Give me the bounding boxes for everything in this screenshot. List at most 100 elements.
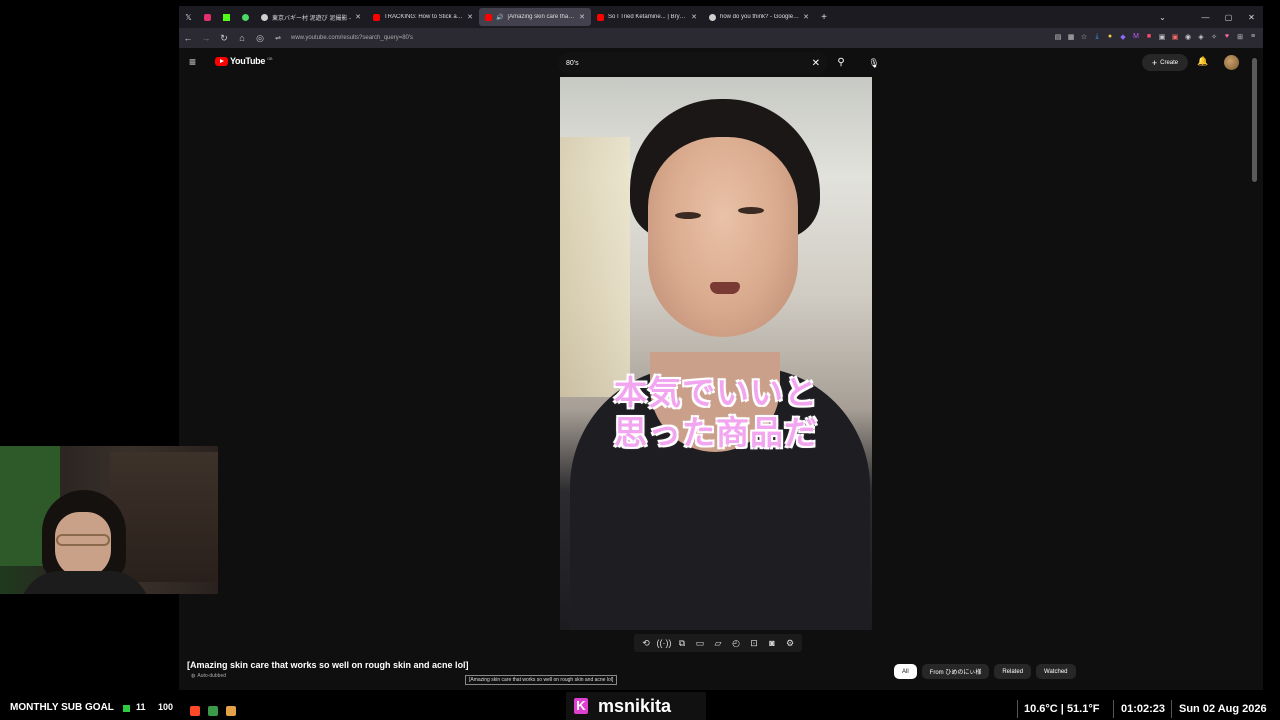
pinned-tab-x[interactable]: 𝕏 — [179, 8, 198, 26]
reload-icon[interactable]: ↻ — [215, 33, 233, 44]
speaker-icon[interactable]: 🔊 — [496, 14, 503, 21]
google-favicon-icon — [709, 13, 716, 21]
tab-bar: 𝕏 東京バギー村 泥遊び 泥撮影 - ✕ TRACKING: How to St… — [179, 6, 1263, 28]
close-window-button[interactable]: ✕ — [1240, 13, 1263, 22]
webcam-overlay — [0, 446, 218, 594]
webcam-background-shelf — [110, 452, 218, 582]
voice-search-button[interactable]: 🎙 — [863, 52, 885, 74]
extension-icon-5[interactable]: ▣ — [1156, 33, 1168, 43]
extension-icon-4[interactable]: ■ — [1143, 33, 1155, 43]
youtube-country-code: GB — [267, 55, 273, 61]
tab-5[interactable]: how do you think? - Google Se ✕ — [703, 8, 815, 26]
extension-icon-2[interactable]: ◆ — [1117, 33, 1129, 43]
pip-icon[interactable]: ⧉ — [674, 636, 690, 650]
taskbar-app-icon-1[interactable] — [190, 706, 200, 716]
hamburger-menu-icon[interactable]: ≡ — [189, 55, 196, 69]
menu-icon[interactable]: ≡ — [1247, 33, 1259, 43]
bookmark-star-icon[interactable]: ☆ — [1078, 33, 1090, 43]
video-title[interactable]: [Amazing skin care that works so well on… — [187, 660, 469, 670]
youtube-header: ≡ YouTube GB 80's ✕ ⚲ 🎙 + Create 🔔 — [179, 48, 1263, 78]
page-settings-icon[interactable]: ⇌ — [269, 34, 287, 42]
circle-icon — [242, 13, 249, 21]
close-tab-icon[interactable]: ✕ — [579, 13, 585, 21]
video-player[interactable]: 本気でいいと 思った商品だ — [560, 77, 872, 630]
minimize-button[interactable]: — — [1194, 13, 1217, 22]
taskbar-app-icon-2[interactable] — [208, 706, 218, 716]
webcam-person-glasses — [56, 534, 110, 546]
chip-all[interactable]: All — [894, 664, 917, 679]
close-tab-icon[interactable]: ✕ — [355, 13, 361, 21]
pinned-tab-instagram[interactable] — [198, 8, 217, 26]
tab-title: So I Tried Ketamine... | Bryan Jo — [608, 14, 688, 20]
youtube-favicon-icon — [485, 13, 492, 21]
extension-icon-6[interactable]: ▣ — [1169, 33, 1181, 43]
url-bar[interactable]: www.youtube.com/results?search_query=80'… — [291, 35, 413, 41]
tab-list-chevron-icon[interactable]: ⌄ — [1151, 13, 1174, 22]
search-button[interactable]: ⚲ — [829, 52, 853, 74]
kick-logo-icon: K — [574, 698, 588, 714]
audio-icon[interactable]: ((·)) — [656, 636, 672, 650]
filter-chips: All From ひめのにぃ様 Related Watched — [894, 664, 1076, 679]
tab-1[interactable]: 東京バギー村 泥遊び 泥撮影 - ✕ — [255, 8, 367, 26]
page-scrollbar[interactable] — [1252, 58, 1257, 182]
browser-window: 𝕏 東京バギー村 泥遊び 泥撮影 - ✕ TRACKING: How to St… — [179, 6, 1263, 690]
streamer-name: msnikita — [598, 695, 672, 716]
reader-icon[interactable]: ▤ — [1052, 33, 1064, 43]
kick-icon — [223, 13, 230, 21]
video-caption-line-1: 本気でいいと — [614, 373, 818, 412]
video-background — [560, 137, 630, 397]
screenshot-icon[interactable]: ◙ — [764, 636, 780, 650]
youtube-logo[interactable]: YouTube GB — [215, 55, 273, 66]
close-tab-icon[interactable]: ✕ — [803, 13, 809, 21]
extension-icon-8[interactable]: ◈ — [1195, 33, 1207, 43]
instagram-icon — [204, 13, 211, 21]
tab-title: 東京バギー村 泥遊び 泥撮影 - — [272, 15, 351, 22]
maximize-button[interactable]: ▢ — [1217, 13, 1240, 22]
tab-title: TRACKING: How to Stick an IMA — [384, 14, 463, 20]
pinned-tab-other[interactable] — [236, 8, 255, 26]
x-icon: 𝕏 — [185, 12, 192, 22]
settings-gear-icon[interactable]: ⚙ — [782, 636, 798, 650]
clapper-icon[interactable]: ▭ — [692, 636, 708, 650]
loop-icon[interactable]: ⟲ — [638, 636, 654, 650]
extension-icon-7[interactable]: ◉ — [1182, 33, 1194, 43]
create-button[interactable]: + Create — [1142, 54, 1188, 71]
back-arrow-icon[interactable]: ← — [179, 33, 197, 43]
speed-icon[interactable]: ◴ — [728, 636, 744, 650]
tab-4[interactable]: So I Tried Ketamine... | Bryan Jo ✕ — [591, 8, 703, 26]
notifications-bell-icon[interactable]: 🔔 — [1197, 56, 1208, 67]
tab-title: how do you think? - Google Se — [720, 14, 800, 20]
taskbar-app-icon-3[interactable] — [226, 706, 236, 716]
chip-watched[interactable]: Watched — [1036, 664, 1076, 679]
search-input[interactable]: 80's ✕ — [558, 52, 828, 74]
home-icon[interactable]: ⌂ — [233, 33, 251, 43]
extension-icon-9[interactable]: ♥ — [1221, 33, 1233, 43]
chip-from-channel[interactable]: From ひめのにぃ様 — [921, 664, 990, 679]
pinned-tab-kick[interactable] — [217, 8, 236, 26]
puzzle-icon[interactable]: ✧ — [1208, 33, 1220, 43]
forward-arrow-icon[interactable]: → — [197, 33, 215, 43]
new-tab-button[interactable]: + — [815, 12, 833, 23]
tab-2[interactable]: TRACKING: How to Stick an IMA ✕ — [367, 8, 479, 26]
search-value: 80's — [566, 59, 579, 67]
close-tab-icon[interactable]: ✕ — [691, 13, 697, 21]
download-frame-icon[interactable]: ⊡ — [746, 636, 762, 650]
clear-search-icon[interactable]: ✕ — [812, 58, 820, 69]
search-icon: ⚲ — [837, 57, 845, 68]
sub-goal-icon — [123, 705, 130, 712]
extension-icon-3[interactable]: M — [1130, 33, 1142, 43]
chip-related[interactable]: Related — [994, 664, 1032, 679]
extension-icon-1[interactable]: ● — [1104, 33, 1116, 43]
tab-3-active[interactable]: 🔊 [Amazing skin care that wo ✕ — [479, 8, 591, 26]
theater-icon[interactable]: ▱ — [710, 636, 726, 650]
avatar[interactable] — [1224, 55, 1239, 70]
youtube-favicon-icon — [597, 13, 604, 21]
video-person-mouth — [710, 282, 740, 294]
download-icon[interactable]: ⤓ — [1091, 33, 1103, 43]
shield-icon[interactable]: ◎ — [251, 33, 269, 44]
streamer-banner: K msnikita — [566, 692, 706, 720]
grid-icon[interactable]: ▦ — [1065, 33, 1077, 43]
nav-bar: ← → ↻ ⌂ ◎ ⇌ www.youtube.com/results?sear… — [179, 28, 1263, 48]
extensions-grid-icon[interactable]: ⊞ — [1234, 33, 1246, 43]
close-tab-icon[interactable]: ✕ — [467, 13, 473, 21]
